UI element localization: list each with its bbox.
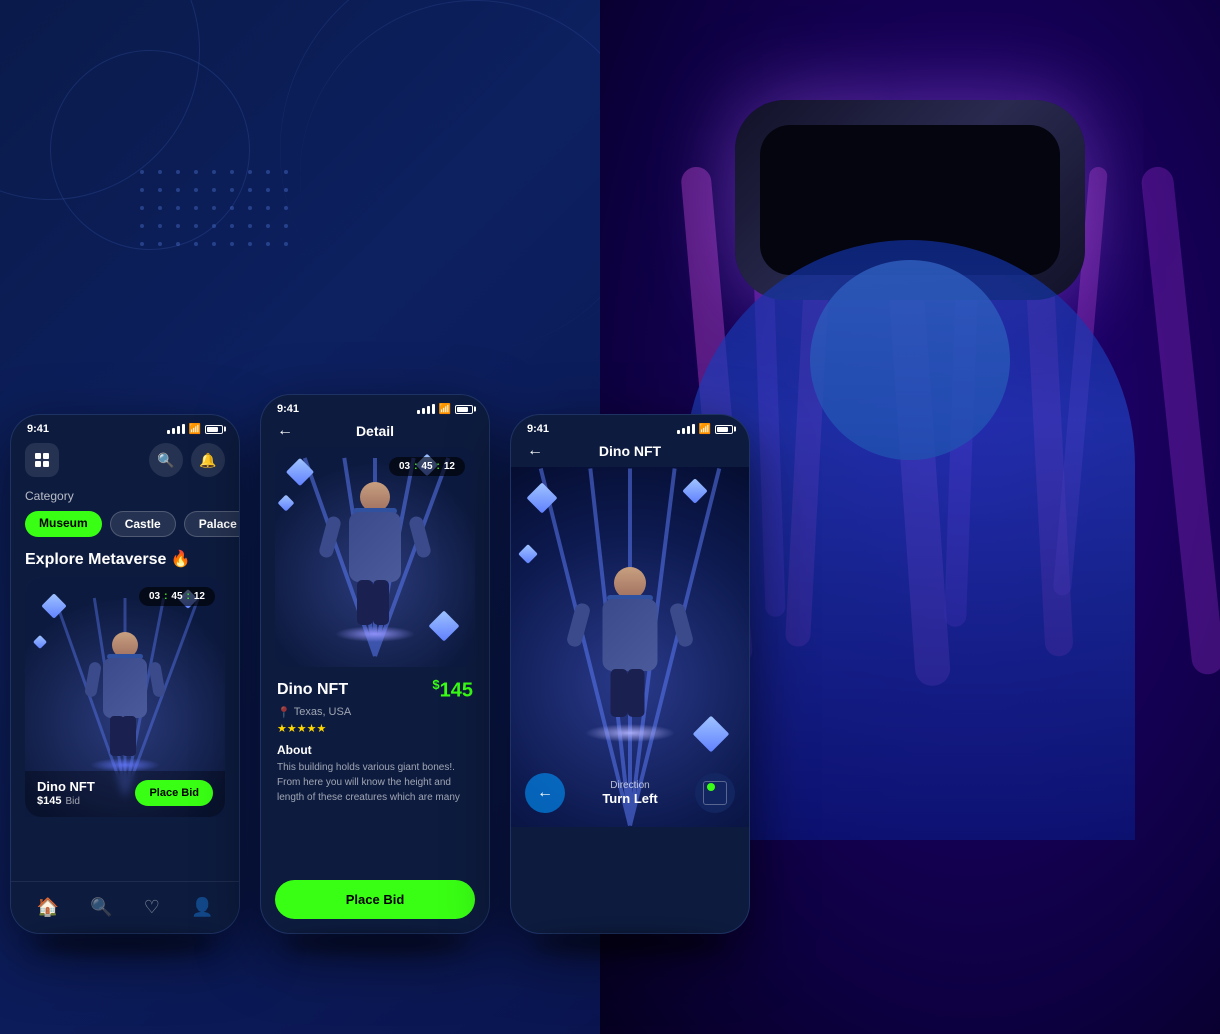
pill-castle[interactable]: Castle — [110, 511, 176, 537]
detail-price: $145 — [432, 677, 473, 703]
nav-heart[interactable]: ♡ — [144, 897, 160, 918]
phone3-image: ← Direction Turn Left — [511, 467, 749, 827]
nft-name-1: Dino NFT — [37, 779, 95, 794]
detail-title: Detail — [356, 423, 394, 439]
detail-info: Dino NFT $145 📍 Texas, USA ★★★★★ About T… — [261, 667, 489, 805]
timer-badge-2: 03 : 45 : 12 — [389, 457, 465, 476]
bottom-nav-1: 🏠 🔍 ♡ 👤 — [11, 881, 239, 933]
nft-detail-image: 03 : 45 : 12 — [275, 447, 475, 667]
pill-museum[interactable]: Museum — [25, 511, 102, 537]
phone3-title: Dino NFT — [599, 443, 661, 459]
place-bid-btn-2[interactable]: Place Bid — [275, 880, 475, 919]
detail-nft-name: Dino NFT — [277, 681, 348, 699]
wifi-icon-2: 📶 — [439, 404, 451, 415]
category-label: Category — [11, 485, 239, 507]
explore-title: Explore Metaverse 🔥 — [11, 545, 239, 577]
nft-price-1: $145 — [37, 795, 61, 807]
nav-home[interactable]: 🏠 — [37, 897, 59, 918]
pill-palace[interactable]: Palace — [184, 511, 240, 537]
signal-bars-3 — [677, 424, 695, 434]
time-3: 9:41 — [527, 423, 549, 435]
phone-navigation: 9:41 📶 ← Dino NFT — [510, 414, 750, 934]
phone-detail: 9:41 📶 ← Detail — [260, 394, 490, 934]
about-text: This building holds various giant bones!… — [277, 760, 473, 805]
status-bar-1: 9:41 📶 — [11, 415, 239, 439]
back-btn-2[interactable]: ← — [277, 422, 293, 440]
star-rating: ★★★★★ — [277, 722, 473, 735]
battery-1 — [205, 425, 223, 434]
phone-home: 9:41 📶 — [10, 414, 240, 934]
nav-search[interactable]: 🔍 — [90, 897, 112, 918]
map-button[interactable] — [695, 773, 735, 813]
nft-card-1: 03 : 45 : 12 Dino NFT $145 Bid — [25, 577, 225, 817]
wifi-icon-3: 📶 — [699, 424, 711, 435]
about-label: About — [277, 743, 473, 757]
phone3-header: ← Dino NFT — [511, 439, 749, 467]
nav-user[interactable]: 👤 — [191, 897, 213, 918]
status-bar-3: 9:41 📶 — [511, 415, 749, 439]
place-bid-btn-1[interactable]: Place Bid — [135, 780, 213, 806]
phones-container: 9:41 📶 — [10, 394, 750, 934]
battery-3 — [715, 425, 733, 434]
nft-bid-label: Bid — [65, 796, 79, 807]
time-1: 9:41 — [27, 423, 49, 435]
battery-2 — [455, 405, 473, 414]
time-2: 9:41 — [277, 403, 299, 415]
back-btn-3[interactable]: ← — [527, 442, 543, 460]
detail-location: 📍 Texas, USA — [277, 706, 473, 719]
phone2-header: ← Detail — [261, 419, 489, 447]
timer-badge-1: 03 : 45 : 12 — [139, 587, 215, 606]
grid-icon-button[interactable] — [25, 443, 59, 477]
phone1-header: 🔍 🔔 — [11, 439, 239, 485]
nft-card-footer: Dino NFT $145 Bid Place Bid — [25, 771, 225, 817]
signal-bars-2 — [417, 404, 435, 414]
back-direction-btn[interactable]: ← — [525, 773, 565, 813]
direction-bar: ← Direction Turn Left — [525, 773, 735, 813]
signal-bars-1 — [167, 424, 185, 434]
direction-info: Direction Turn Left — [602, 780, 657, 806]
dot-grid — [140, 170, 296, 254]
category-pills: Museum Castle Palace — [11, 507, 239, 545]
bell-button[interactable]: 🔔 — [191, 443, 225, 477]
wifi-icon-1: 📶 — [189, 424, 201, 435]
status-bar-2: 9:41 📶 — [261, 395, 489, 419]
search-button[interactable]: 🔍 — [149, 443, 183, 477]
